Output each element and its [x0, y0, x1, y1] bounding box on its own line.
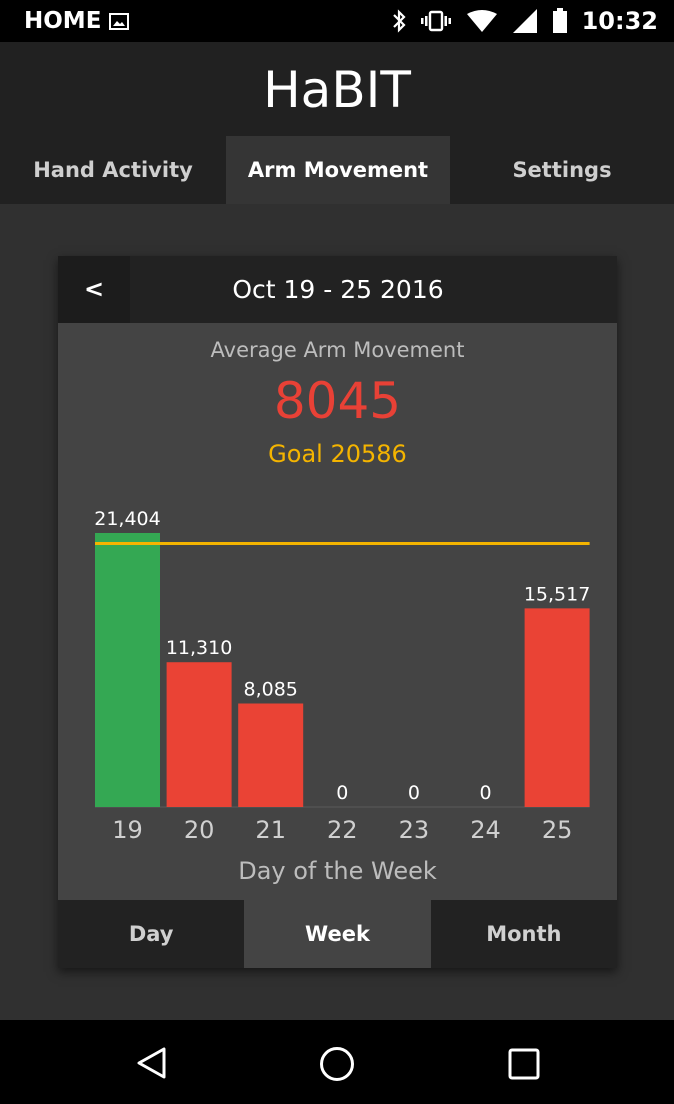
tab-day[interactable]: Day — [58, 900, 244, 968]
x-tick-label: 20 — [184, 816, 215, 844]
previous-week-button[interactable]: < — [58, 256, 130, 323]
x-tick-label: 25 — [542, 816, 573, 844]
app-title: HaBIT — [263, 61, 411, 119]
x-tick-label: 21 — [255, 816, 286, 844]
clock: 10:32 — [581, 7, 658, 35]
tab-week[interactable]: Week — [244, 900, 431, 968]
vibrate-icon — [420, 10, 451, 32]
bar-day-25 — [524, 608, 590, 807]
tab-arm-movement[interactable]: Arm Movement — [226, 136, 450, 204]
navigation-bar — [0, 1020, 674, 1104]
app-header: HaBIT Hand Activity Arm Movement Setting… — [0, 42, 674, 204]
x-tick-label: 24 — [470, 816, 501, 844]
bluetooth-icon — [392, 9, 406, 33]
status-right: 10:32 — [392, 6, 658, 36]
bar-day-20 — [166, 662, 232, 807]
tab-month[interactable]: Month — [431, 900, 617, 968]
bar-value-label: 15,517 — [524, 583, 590, 605]
summary-label: Average Arm Movement — [210, 338, 465, 362]
tab-bar: Hand Activity Arm Movement Settings — [0, 136, 674, 204]
back-icon[interactable] — [134, 1045, 170, 1081]
arm-movement-bar-chart: 21,404 19 11,310 20 8,085 21 0 22 0 23 0 24 15,517 25… — [94, 508, 590, 885]
status-left: HOME — [24, 8, 130, 34]
signal-icon — [512, 9, 537, 33]
bar-value-label: 21,404 — [94, 508, 160, 530]
battery-icon — [552, 8, 567, 33]
goal-text: Goal 20586 — [268, 440, 407, 468]
arm-movement-card: < Oct 19 - 25 2016 Average Arm Movement … — [58, 256, 617, 968]
x-tick-label: 19 — [112, 816, 143, 844]
card-header: < Oct 19 - 25 2016 — [58, 256, 617, 323]
content-area: < Oct 19 - 25 2016 Average Arm Movement … — [0, 204, 674, 1020]
x-tick-label: 22 — [327, 816, 358, 844]
recents-icon[interactable] — [507, 1047, 541, 1081]
bar-day-21 — [238, 703, 304, 807]
bar-value-label: 0 — [479, 782, 491, 804]
date-range-label: Oct 19 - 25 2016 — [232, 275, 444, 304]
image-icon — [109, 12, 130, 30]
tab-hand-activity[interactable]: Hand Activity — [0, 136, 226, 204]
bar-value-label: 8,085 — [243, 679, 297, 701]
bar-day-19 — [95, 533, 160, 807]
wifi-icon — [466, 10, 497, 32]
bar-value-label: 0 — [336, 782, 348, 804]
x-tick-label: 23 — [399, 816, 430, 844]
home-icon[interactable] — [318, 1045, 356, 1083]
bar-value-label: 0 — [408, 782, 420, 804]
status-bar: HOME 10:32 — [0, 0, 674, 42]
bar-value-label: 11,310 — [166, 637, 232, 659]
tab-settings[interactable]: Settings — [450, 136, 674, 204]
summary-value: 8045 — [273, 372, 402, 430]
carrier-label: HOME — [24, 8, 102, 34]
x-axis-title: Day of the Week — [238, 857, 437, 885]
range-tab-bar: Day Week Month — [58, 900, 617, 968]
